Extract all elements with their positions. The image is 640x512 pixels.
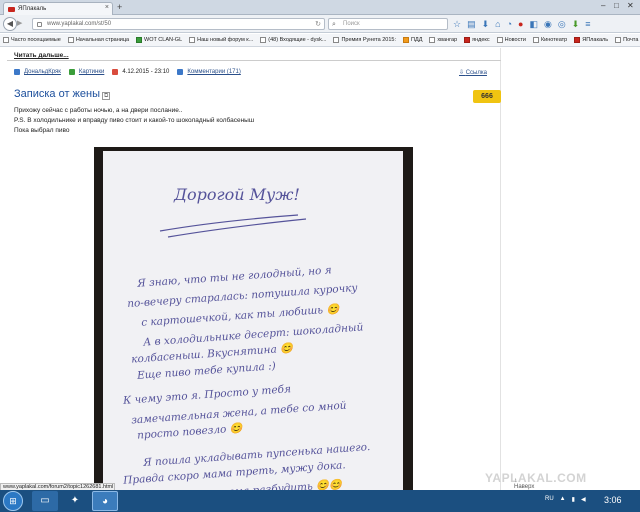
underline-flourish (159, 214, 307, 238)
back-button[interactable]: ◀ (3, 17, 17, 31)
news-icon (496, 37, 503, 43)
firefox-icon[interactable]: ◕ (92, 491, 118, 511)
yandex-icon (464, 37, 471, 43)
page-icon (67, 37, 74, 43)
reload-icon[interactable]: ↻ (315, 19, 321, 30)
comments-link[interactable]: Комментарии (171) (187, 69, 240, 75)
browser-tab[interactable]: ЯПлакаль × (3, 2, 113, 15)
divider (7, 60, 501, 61)
bookmark-item[interactable]: Новости (496, 37, 526, 43)
bookmark-folder-icon (3, 37, 9, 43)
category-icon (68, 69, 75, 75)
explorer-icon[interactable]: ▭ (32, 491, 58, 511)
bookmark-item[interactable]: Наш новый форум к... (189, 37, 253, 43)
navigation-bar: ◀ ▶ www.yaplakal.com/st/50 ↻ ⌕ Поиск ☆ ▤… (0, 15, 640, 33)
post-line: Прихожу сейчас с работы ночью, а на двер… (14, 107, 183, 114)
home-icon[interactable]: ⌂ (495, 18, 500, 30)
post-column: Читать дальше... ДональдКряк Картинки 4.… (7, 48, 586, 490)
post-line: P.S. В холодильнике и вправду пиво стоит… (14, 117, 255, 124)
bookmark-item[interactable]: WOT CLAN-GL (136, 37, 182, 43)
user-icon (14, 69, 20, 75)
address-bar[interactable]: www.yaplakal.com/st/50 ↻ (32, 18, 325, 30)
bookmark-item[interactable]: Кинотеатр (532, 37, 567, 43)
app-icon[interactable]: ✦ (62, 491, 88, 511)
close-tab-icon[interactable]: × (105, 4, 109, 11)
reading-list-icon[interactable]: ▤ (467, 18, 476, 30)
scroll-top-link[interactable]: ↑ Наверх (514, 478, 534, 490)
note-heading: Дорогой Муж! (174, 185, 300, 204)
paper-sheet: Дорогой Муж! Я знаю, что ты не голодный,… (103, 151, 403, 490)
open-external-icon[interactable]: ⧉ (102, 92, 111, 100)
tab-bar: ЯПлакаль × + – □ ✕ (0, 0, 640, 15)
translate-icon[interactable]: ◉ (544, 18, 552, 30)
downloads-icon[interactable]: ⬇ (482, 18, 490, 30)
bookmark-star-icon[interactable]: ☆ (453, 18, 461, 30)
note-line: К чему это я. Просто у тебя (122, 383, 292, 407)
bookmark-item[interactable]: Начальная страница (67, 37, 129, 43)
extension-icon[interactable]: ◧ (529, 18, 538, 30)
search-icon: ⌕ (332, 21, 336, 28)
site-watermark: YAPLAKAL.COM (485, 471, 587, 485)
bookmark-item[interactable]: ЯПлакаль (574, 37, 608, 43)
toolbar-icons: ☆ ▤ ⬇ ⌂ ◔ ● ◧ ◉ ◎ ⬇ ≡ (453, 18, 591, 30)
new-tab-button[interactable]: + (117, 2, 122, 12)
page-icon (532, 37, 539, 43)
bookmark-item[interactable]: Часто посещаемые (3, 37, 61, 43)
tab-title: ЯПлакаль (18, 6, 47, 12)
clan-icon (136, 37, 143, 43)
share-icon: ⇩ (459, 70, 466, 76)
system-tray: RU ▲ ▮ ◀ (545, 496, 586, 503)
taskbar: ⊞ ▭ ✦ ◕ RU ▲ ▮ ◀ 3:06 (0, 490, 640, 512)
post-title[interactable]: Записка от жены ⧉ (14, 88, 111, 100)
download-arrow-icon[interactable]: ⬇ (572, 18, 580, 30)
post-date: 4.12.2015 - 23:10 (122, 69, 170, 75)
search-box[interactable]: ⌕ Поиск (328, 18, 448, 30)
bookmark-item[interactable]: ПДД (403, 37, 422, 43)
page-icon (333, 37, 340, 43)
network-icon[interactable]: ▮ (572, 496, 575, 503)
bookmark-item[interactable]: Премия Рунета 2015: (333, 37, 396, 43)
chat-icon[interactable]: ◎ (558, 18, 566, 30)
web-page: Читать дальше... ДональдКряк Картинки 4.… (0, 48, 640, 490)
page-icon (615, 37, 622, 43)
calendar-icon (112, 69, 119, 75)
pocket-icon[interactable]: ◔ (507, 18, 512, 30)
author-link[interactable]: ДональдКряк (24, 69, 61, 75)
search-placeholder: Поиск (343, 21, 360, 27)
bookmark-item[interactable]: Почта (615, 37, 638, 43)
start-button[interactable]: ⊞ (3, 491, 23, 511)
read-more-link[interactable]: Читать дальше... (14, 52, 69, 59)
maximize-icon[interactable]: □ (614, 1, 619, 10)
bookmarks-bar: Часто посещаемые Начальная страница WOT … (0, 34, 640, 47)
clock[interactable]: 3:06 (604, 495, 622, 505)
comments-icon (177, 69, 184, 75)
note-photo: Дорогой Муж! Я знаю, что ты не голодный,… (94, 147, 413, 490)
tray-arrow-icon[interactable]: ▲ (560, 496, 566, 503)
menu-icon[interactable]: ≡ (585, 18, 590, 30)
bookmark-item[interactable]: (48) Входящие - dysk... (260, 37, 326, 43)
bookmark-item[interactable]: яндекс (464, 37, 490, 43)
post-meta: ДональдКряк Картинки 4.12.2015 - 23:10 К… (14, 69, 241, 75)
yaplakal-icon (574, 37, 581, 43)
rating-badge[interactable]: 666 (473, 90, 501, 103)
address-text: www.yaplakal.com/st/50 (47, 21, 112, 27)
post-line: Пока выбрал пиво (14, 127, 70, 134)
permalink[interactable]: ⇩ Ссылка (459, 69, 487, 76)
forward-button[interactable]: ▶ (17, 19, 22, 27)
language-indicator[interactable]: RU (545, 496, 554, 503)
window-close-icon[interactable]: ✕ (627, 1, 634, 10)
minimize-icon[interactable]: – (601, 1, 605, 10)
mail-icon (260, 37, 267, 43)
adblock-icon[interactable]: ● (518, 18, 523, 30)
category-link[interactable]: Картинки (79, 69, 104, 75)
page-icon (189, 37, 196, 43)
site-favicon-icon (8, 6, 15, 12)
page-info-icon[interactable] (37, 22, 42, 27)
bookmark-item[interactable]: хвангар (429, 37, 457, 43)
volume-icon[interactable]: ◀ (581, 496, 586, 503)
page-icon (429, 37, 436, 43)
traffic-police-icon (403, 37, 410, 43)
post-text: Прихожу сейчас с работы ночью, а на двер… (14, 106, 254, 136)
